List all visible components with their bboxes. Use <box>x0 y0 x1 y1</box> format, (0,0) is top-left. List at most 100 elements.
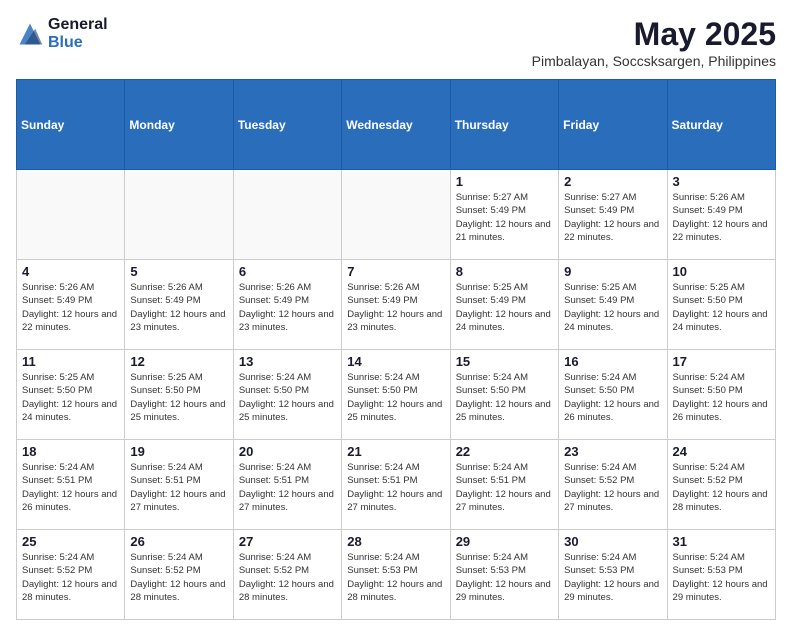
day-info: Sunrise: 5:24 AM Sunset: 5:52 PM Dayligh… <box>22 551 119 604</box>
day-info: Sunrise: 5:24 AM Sunset: 5:51 PM Dayligh… <box>456 461 553 514</box>
calendar-cell: 10 Sunrise: 5:25 AM Sunset: 5:50 PM Dayli… <box>667 260 775 350</box>
calendar-cell: 23 Sunrise: 5:24 AM Sunset: 5:52 PM Dayli… <box>559 440 667 530</box>
day-number: 1 <box>456 174 553 189</box>
title-block: May 2025 Pimbalayan, Soccsksargen, Phili… <box>532 16 776 69</box>
calendar-cell: 21 Sunrise: 5:24 AM Sunset: 5:51 PM Dayli… <box>342 440 450 530</box>
day-number: 16 <box>564 354 661 369</box>
day-info: Sunrise: 5:26 AM Sunset: 5:49 PM Dayligh… <box>673 191 770 244</box>
day-info: Sunrise: 5:25 AM Sunset: 5:50 PM Dayligh… <box>673 281 770 334</box>
day-info: Sunrise: 5:25 AM Sunset: 5:49 PM Dayligh… <box>564 281 661 334</box>
location: Pimbalayan, Soccsksargen, Philippines <box>532 53 776 69</box>
day-number: 3 <box>673 174 770 189</box>
day-number: 10 <box>673 264 770 279</box>
day-number: 24 <box>673 444 770 459</box>
calendar-table: SundayMondayTuesdayWednesdayThursdayFrid… <box>16 79 776 620</box>
day-info: Sunrise: 5:24 AM Sunset: 5:50 PM Dayligh… <box>564 371 661 424</box>
weekday-header: Tuesday <box>233 80 341 170</box>
calendar-cell: 3 Sunrise: 5:26 AM Sunset: 5:49 PM Daylig… <box>667 170 775 260</box>
day-number: 15 <box>456 354 553 369</box>
calendar-cell: 25 Sunrise: 5:24 AM Sunset: 5:52 PM Dayli… <box>17 530 125 620</box>
day-info: Sunrise: 5:24 AM Sunset: 5:50 PM Dayligh… <box>347 371 444 424</box>
calendar-cell: 16 Sunrise: 5:24 AM Sunset: 5:50 PM Dayli… <box>559 350 667 440</box>
day-info: Sunrise: 5:26 AM Sunset: 5:49 PM Dayligh… <box>22 281 119 334</box>
day-info: Sunrise: 5:25 AM Sunset: 5:50 PM Dayligh… <box>130 371 227 424</box>
day-number: 8 <box>456 264 553 279</box>
logo: General Blue <box>16 16 108 51</box>
day-info: Sunrise: 5:24 AM Sunset: 5:52 PM Dayligh… <box>564 461 661 514</box>
calendar-week-row: 11Sunrise: 5:25 AM Sunset: 5:50 PM Dayli… <box>17 350 776 440</box>
day-number: 14 <box>347 354 444 369</box>
day-number: 29 <box>456 534 553 549</box>
calendar-cell <box>233 170 341 260</box>
day-number: 13 <box>239 354 336 369</box>
calendar-cell: 17Sunrise: 5:24 AM Sunset: 5:50 PM Dayli… <box>667 350 775 440</box>
logo-general: General <box>48 16 108 34</box>
day-info: Sunrise: 5:27 AM Sunset: 5:49 PM Dayligh… <box>564 191 661 244</box>
calendar-cell: 11Sunrise: 5:25 AM Sunset: 5:50 PM Dayli… <box>17 350 125 440</box>
day-info: Sunrise: 5:26 AM Sunset: 5:49 PM Dayligh… <box>347 281 444 334</box>
day-info: Sunrise: 5:24 AM Sunset: 5:50 PM Dayligh… <box>456 371 553 424</box>
weekday-header: Wednesday <box>342 80 450 170</box>
calendar-cell: 20 Sunrise: 5:24 AM Sunset: 5:51 PM Dayli… <box>233 440 341 530</box>
logo-blue: Blue <box>48 34 108 52</box>
day-number: 5 <box>130 264 227 279</box>
day-number: 18 <box>22 444 119 459</box>
day-number: 9 <box>564 264 661 279</box>
month-year: May 2025 <box>532 16 776 53</box>
calendar-cell: 18 Sunrise: 5:24 AM Sunset: 5:51 PM Dayli… <box>17 440 125 530</box>
calendar-cell: 26 Sunrise: 5:24 AM Sunset: 5:52 PM Dayli… <box>125 530 233 620</box>
day-number: 31 <box>673 534 770 549</box>
calendar-cell <box>125 170 233 260</box>
day-number: 30 <box>564 534 661 549</box>
day-info: Sunrise: 5:24 AM Sunset: 5:53 PM Dayligh… <box>456 551 553 604</box>
calendar-cell: 30 Sunrise: 5:24 AM Sunset: 5:53 PM Dayli… <box>559 530 667 620</box>
weekday-header: Sunday <box>17 80 125 170</box>
day-number: 20 <box>239 444 336 459</box>
day-number: 27 <box>239 534 336 549</box>
day-info: Sunrise: 5:24 AM Sunset: 5:52 PM Dayligh… <box>130 551 227 604</box>
calendar-week-row: 18 Sunrise: 5:24 AM Sunset: 5:51 PM Dayli… <box>17 440 776 530</box>
day-info: Sunrise: 5:25 AM Sunset: 5:50 PM Dayligh… <box>22 371 119 424</box>
day-number: 22 <box>456 444 553 459</box>
day-info: Sunrise: 5:27 AM Sunset: 5:49 PM Dayligh… <box>456 191 553 244</box>
day-info: Sunrise: 5:24 AM Sunset: 5:51 PM Dayligh… <box>130 461 227 514</box>
page-header: General Blue May 2025 Pimbalayan, Soccsk… <box>16 16 776 69</box>
day-info: Sunrise: 5:24 AM Sunset: 5:51 PM Dayligh… <box>347 461 444 514</box>
day-number: 2 <box>564 174 661 189</box>
calendar-cell: 7 Sunrise: 5:26 AM Sunset: 5:49 PM Daylig… <box>342 260 450 350</box>
logo-icon <box>16 20 44 48</box>
day-info: Sunrise: 5:24 AM Sunset: 5:53 PM Dayligh… <box>564 551 661 604</box>
calendar-cell: 29 Sunrise: 5:24 AM Sunset: 5:53 PM Dayli… <box>450 530 558 620</box>
day-info: Sunrise: 5:24 AM Sunset: 5:52 PM Dayligh… <box>673 461 770 514</box>
day-info: Sunrise: 5:26 AM Sunset: 5:49 PM Dayligh… <box>130 281 227 334</box>
calendar-week-row: 25 Sunrise: 5:24 AM Sunset: 5:52 PM Dayli… <box>17 530 776 620</box>
calendar-cell: 19Sunrise: 5:24 AM Sunset: 5:51 PM Dayli… <box>125 440 233 530</box>
calendar-cell: 31Sunrise: 5:24 AM Sunset: 5:53 PM Dayli… <box>667 530 775 620</box>
day-info: Sunrise: 5:24 AM Sunset: 5:50 PM Dayligh… <box>673 371 770 424</box>
day-number: 12 <box>130 354 227 369</box>
day-info: Sunrise: 5:26 AM Sunset: 5:49 PM Dayligh… <box>239 281 336 334</box>
day-info: Sunrise: 5:25 AM Sunset: 5:49 PM Dayligh… <box>456 281 553 334</box>
day-number: 28 <box>347 534 444 549</box>
day-info: Sunrise: 5:24 AM Sunset: 5:51 PM Dayligh… <box>239 461 336 514</box>
calendar-cell <box>17 170 125 260</box>
calendar-cell: 1 Sunrise: 5:27 AM Sunset: 5:49 PM Daylig… <box>450 170 558 260</box>
day-number: 26 <box>130 534 227 549</box>
weekday-header-row: SundayMondayTuesdayWednesdayThursdayFrid… <box>17 80 776 170</box>
calendar-cell: 13 Sunrise: 5:24 AM Sunset: 5:50 PM Dayli… <box>233 350 341 440</box>
day-number: 7 <box>347 264 444 279</box>
weekday-header: Monday <box>125 80 233 170</box>
calendar-cell: 12 Sunrise: 5:25 AM Sunset: 5:50 PM Dayli… <box>125 350 233 440</box>
calendar-cell: 6Sunrise: 5:26 AM Sunset: 5:49 PM Daylig… <box>233 260 341 350</box>
calendar-cell: 22 Sunrise: 5:24 AM Sunset: 5:51 PM Dayli… <box>450 440 558 530</box>
day-number: 21 <box>347 444 444 459</box>
calendar-cell: 9 Sunrise: 5:25 AM Sunset: 5:49 PM Daylig… <box>559 260 667 350</box>
day-info: Sunrise: 5:24 AM Sunset: 5:51 PM Dayligh… <box>22 461 119 514</box>
day-number: 4 <box>22 264 119 279</box>
day-number: 25 <box>22 534 119 549</box>
calendar-cell: 2 Sunrise: 5:27 AM Sunset: 5:49 PM Daylig… <box>559 170 667 260</box>
day-info: Sunrise: 5:24 AM Sunset: 5:50 PM Dayligh… <box>239 371 336 424</box>
calendar-cell: 4 Sunrise: 5:26 AM Sunset: 5:49 PM Daylig… <box>17 260 125 350</box>
day-number: 23 <box>564 444 661 459</box>
weekday-header: Thursday <box>450 80 558 170</box>
